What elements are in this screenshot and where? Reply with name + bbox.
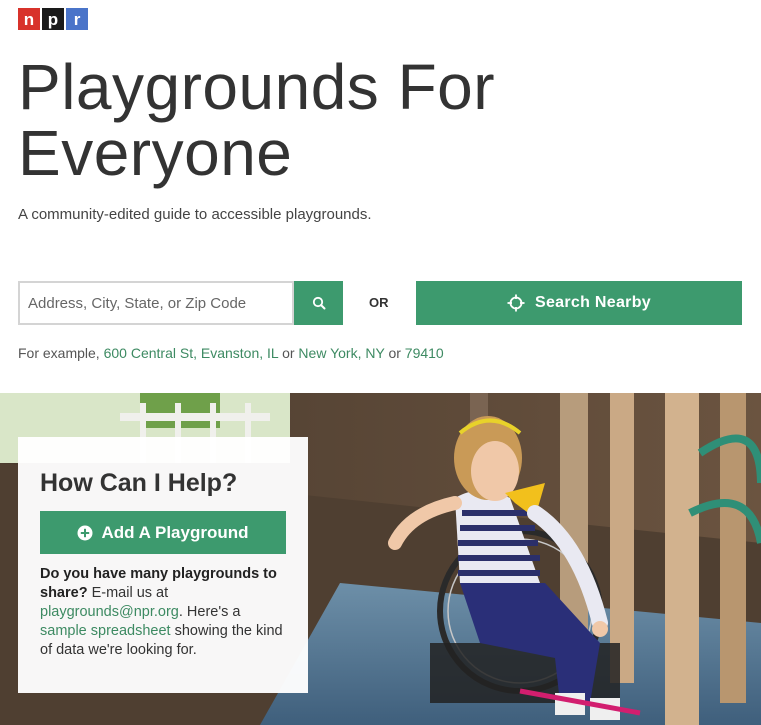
example-link-zip[interactable]: 79410 — [405, 345, 444, 361]
crosshair-icon — [507, 294, 525, 312]
search-examples: For example, 600 Central St, Evanston, I… — [18, 345, 444, 361]
help-email-prefix: E-mail us at — [91, 585, 169, 601]
help-card: How Can I Help? Add A Playground Do you … — [18, 437, 308, 693]
example-link-new-york[interactable]: New York, NY — [298, 345, 384, 361]
search-button[interactable] — [294, 281, 343, 325]
npr-logo[interactable]: n p r — [18, 8, 88, 30]
logo-letter-r: r — [66, 8, 88, 30]
or-separator: OR — [369, 295, 389, 310]
help-title: How Can I Help? — [40, 469, 238, 497]
search-nearby-button[interactable]: Search Nearby — [416, 281, 742, 325]
examples-separator: or — [282, 345, 295, 361]
search-input[interactable] — [18, 281, 294, 325]
email-link[interactable]: playgrounds@npr.org — [40, 604, 179, 620]
add-playground-button[interactable]: Add A Playground — [40, 511, 286, 554]
examples-prefix: For example, — [18, 345, 100, 361]
examples-separator: or — [388, 345, 401, 361]
help-text: Do you have many playgrounds to share? E… — [40, 565, 290, 660]
logo-letter-p: p — [42, 8, 64, 30]
example-link-evanston[interactable]: 600 Central St, Evanston, IL — [104, 345, 279, 361]
search-nearby-label: Search Nearby — [535, 294, 651, 311]
help-mid-text: . Here's a — [178, 604, 241, 620]
add-playground-label: Add A Playground — [101, 522, 249, 542]
page-tagline: A community-edited guide to accessible p… — [18, 206, 372, 223]
sample-spreadsheet-link[interactable]: sample spreadsheet — [40, 623, 171, 639]
plus-circle-icon — [77, 525, 93, 540]
page-title: Playgrounds For Everyone — [18, 51, 496, 189]
logo-letter-n: n — [18, 8, 40, 30]
search-icon — [312, 296, 325, 310]
